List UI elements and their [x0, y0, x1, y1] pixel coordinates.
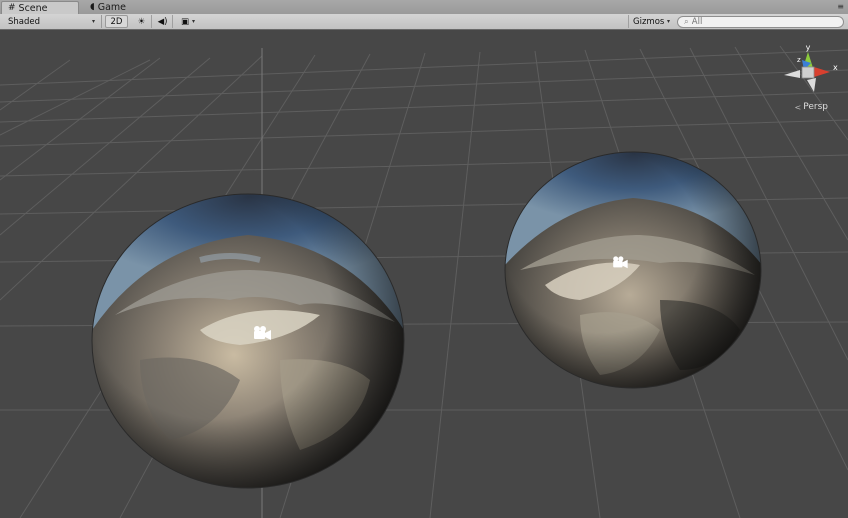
tab-game-label: Game: [97, 2, 127, 13]
scene-canvas[interactable]: y x z: [0, 30, 848, 518]
chevron-down-icon: ▾: [666, 18, 670, 25]
gizmo-x-cone: [814, 67, 830, 77]
chevron-down-icon: ▾: [192, 18, 196, 25]
scene-toolbar: Shaded ▾ 2D ☀ ◀) ▣ ▾ Gizmos ▾ ⌕: [0, 14, 848, 30]
projection-toggle[interactable]: < Persp: [795, 102, 828, 112]
gizmo-z-label: z: [797, 56, 801, 64]
image-icon: ▣: [180, 16, 189, 27]
tab-scene-label: Scene: [18, 2, 48, 14]
speaker-icon: ◀): [157, 16, 168, 27]
persp-icon: <: [794, 102, 802, 112]
toggle-2d-button[interactable]: 2D: [105, 15, 128, 28]
grid-icon: #: [8, 2, 16, 13]
gizmos-dropdown[interactable]: Gizmos ▾: [628, 15, 674, 28]
sphere-right: [505, 152, 761, 388]
toggle-2d-label: 2D: [110, 16, 123, 27]
panel-menu-icon[interactable]: ≡: [837, 2, 844, 11]
unity-scene-window: # Scene ◖ Game ≡ Shaded ▾ 2D ☀ ◀) ▣ ▾ Gi…: [0, 0, 848, 518]
search-input[interactable]: [691, 16, 832, 27]
shading-mode-dropdown[interactable]: Shaded ▾: [2, 15, 102, 28]
hierarchy-search-field[interactable]: ⌕: [677, 15, 844, 28]
gizmos-label: Gizmos: [633, 16, 665, 27]
scene-effects-button[interactable]: ▣ ▾: [174, 15, 202, 28]
tab-scene[interactable]: # Scene: [1, 1, 79, 14]
tab-strip: # Scene ◖ Game ≡: [0, 0, 848, 15]
tab-game[interactable]: ◖ Game: [84, 1, 144, 14]
projection-label: Persp: [803, 102, 828, 112]
chevron-down-icon: ▾: [91, 18, 95, 25]
scene-viewport[interactable]: y x z < Persp: [0, 30, 848, 518]
gizmo-x-label: x: [833, 63, 838, 72]
pacman-icon: ◖: [90, 2, 95, 12]
shading-mode-label: Shaded: [8, 16, 41, 27]
gizmo-y-label: y: [806, 43, 811, 52]
search-icon: ⌕: [684, 16, 689, 27]
scene-lighting-button[interactable]: ☀: [132, 15, 152, 28]
scene-audio-button[interactable]: ◀): [153, 15, 173, 28]
gizmo-neg-x-cone: [784, 70, 800, 78]
sun-icon: ☀: [137, 16, 146, 27]
